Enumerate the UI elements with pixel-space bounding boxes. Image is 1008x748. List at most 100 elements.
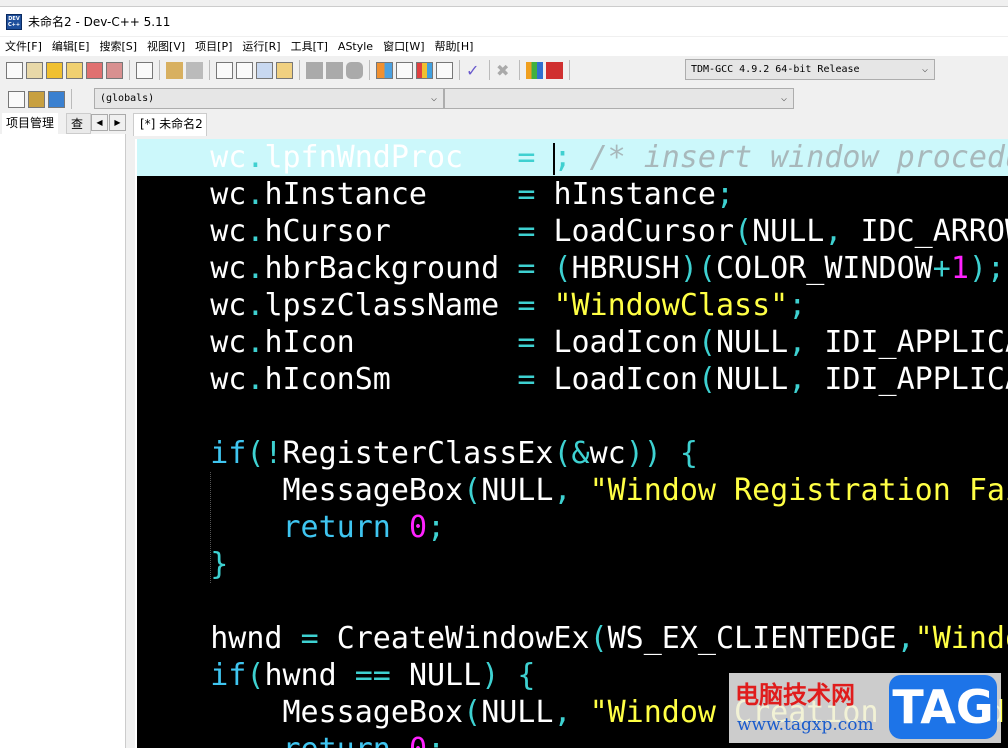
redo-icon[interactable] [186, 61, 203, 79]
code-token: ; [553, 140, 572, 175]
code-token: . [246, 214, 265, 249]
save-icon[interactable] [46, 61, 63, 79]
code-token: NULL [716, 325, 789, 360]
editor-tab[interactable]: [*] 未命名2 [133, 113, 207, 136]
run-icon[interactable] [396, 61, 413, 79]
menu-item[interactable]: 运行[R] [237, 37, 285, 56]
code-line: wc.lpszClassName = "WindowClass"; [137, 287, 1008, 324]
compile-icon[interactable] [376, 61, 393, 79]
window-title: 未命名2 - Dev-C++ 5.11 [28, 15, 171, 29]
code-token: CreateWindowEx [336, 621, 590, 656]
app-icon: DEV C++ [6, 13, 22, 30]
find-icon[interactable] [216, 61, 233, 79]
divider [299, 60, 300, 80]
rebuild-icon[interactable] [436, 61, 453, 79]
print-icon[interactable] [136, 61, 153, 79]
code-token: { [679, 436, 698, 471]
watermark-logo: TAG [889, 675, 997, 739]
code-token: ( [697, 362, 716, 397]
tab-scroll-right-button[interactable]: ▶ [109, 114, 126, 131]
code-token: = [517, 177, 536, 212]
menu-item[interactable]: 搜索[S] [94, 37, 142, 56]
unindent-icon[interactable] [306, 61, 323, 79]
code-token: hIcon [264, 325, 355, 360]
new-file-icon[interactable] [6, 61, 23, 79]
tab-class-browser[interactable]: 查看 [66, 113, 91, 134]
compiler-select[interactable]: TDM-GCC 4.9.2 64-bit Release ⌵ [685, 59, 935, 80]
code-token: wc [210, 140, 247, 175]
code-token: ; [427, 510, 446, 545]
save-all-icon[interactable] [66, 61, 83, 79]
tab-scroll-left-button[interactable]: ◀ [91, 114, 108, 131]
code-token: ; [788, 288, 807, 323]
code-token: = [517, 362, 536, 397]
menu-item[interactable]: 视图[V] [142, 37, 190, 56]
code-token: (& [553, 436, 590, 471]
code-token: wc [210, 214, 247, 249]
code-editor[interactable]: wc.lpfnWndProc = ; /* insert window proc… [135, 139, 1008, 748]
add-to-project-icon[interactable] [28, 90, 45, 108]
code-token: HBRUSH [571, 251, 680, 286]
goto-function-icon[interactable] [276, 61, 293, 79]
menu-item[interactable]: 文件[F] [0, 37, 47, 56]
goto-line-icon[interactable] [256, 61, 273, 79]
undo-icon[interactable] [166, 61, 183, 79]
project-panel [0, 134, 126, 748]
compile-run-icon[interactable] [416, 61, 433, 79]
delete-profile-icon[interactable] [546, 61, 563, 79]
member-select[interactable]: ⌵ [444, 88, 794, 109]
profile-icon[interactable] [526, 61, 543, 79]
code-token: MessageBox [282, 695, 464, 730]
indent-icon[interactable] [326, 61, 343, 79]
code-token: LoadCursor [553, 214, 735, 249]
replace-icon[interactable] [236, 61, 253, 79]
watermark-url: www.tagxp.com [737, 715, 874, 735]
code-token: LoadIcon [553, 325, 698, 360]
code-token: "Window Registration Failed!" [589, 473, 1008, 508]
menu-item[interactable]: 编辑[E] [47, 37, 95, 56]
toggle-comment-icon[interactable] [346, 61, 363, 79]
open-file-icon[interactable] [26, 61, 43, 79]
menu-item[interactable]: 帮助[H] [430, 37, 479, 56]
menu-item[interactable]: AStyle [333, 37, 378, 56]
code-token: = [517, 325, 536, 360]
code-token: ( [697, 325, 716, 360]
close-file-icon[interactable] [86, 61, 103, 79]
scope-select[interactable]: (globals) ⌵ [94, 88, 444, 109]
secondary-toolbar [8, 89, 75, 109]
menu-item[interactable]: 工具[T] [286, 37, 333, 56]
bookmark-icon[interactable] [48, 90, 65, 108]
code-token: IDI_APPLICATION [824, 362, 1008, 397]
code-token: IDC_ARROW [860, 214, 1008, 249]
syntax-check-icon[interactable]: ✓ [466, 62, 483, 79]
stop-execution-icon[interactable]: ✖ [496, 62, 513, 79]
code-token: 0 [408, 510, 427, 545]
code-token: wc [210, 288, 247, 323]
code-token: wc [210, 325, 247, 360]
code-token: ( [463, 695, 482, 730]
code-line: wc.hInstance = hInstance; [137, 176, 1008, 213]
tab-project[interactable]: 项目管理 [2, 113, 59, 134]
close-all-icon[interactable] [106, 61, 123, 79]
divider [71, 89, 72, 109]
menu-item[interactable]: 窗口[W] [378, 37, 429, 56]
menu-item[interactable]: 项目[P] [190, 37, 237, 56]
insert-icon[interactable] [8, 90, 25, 108]
code-token: lpfnWndProc [264, 140, 464, 175]
